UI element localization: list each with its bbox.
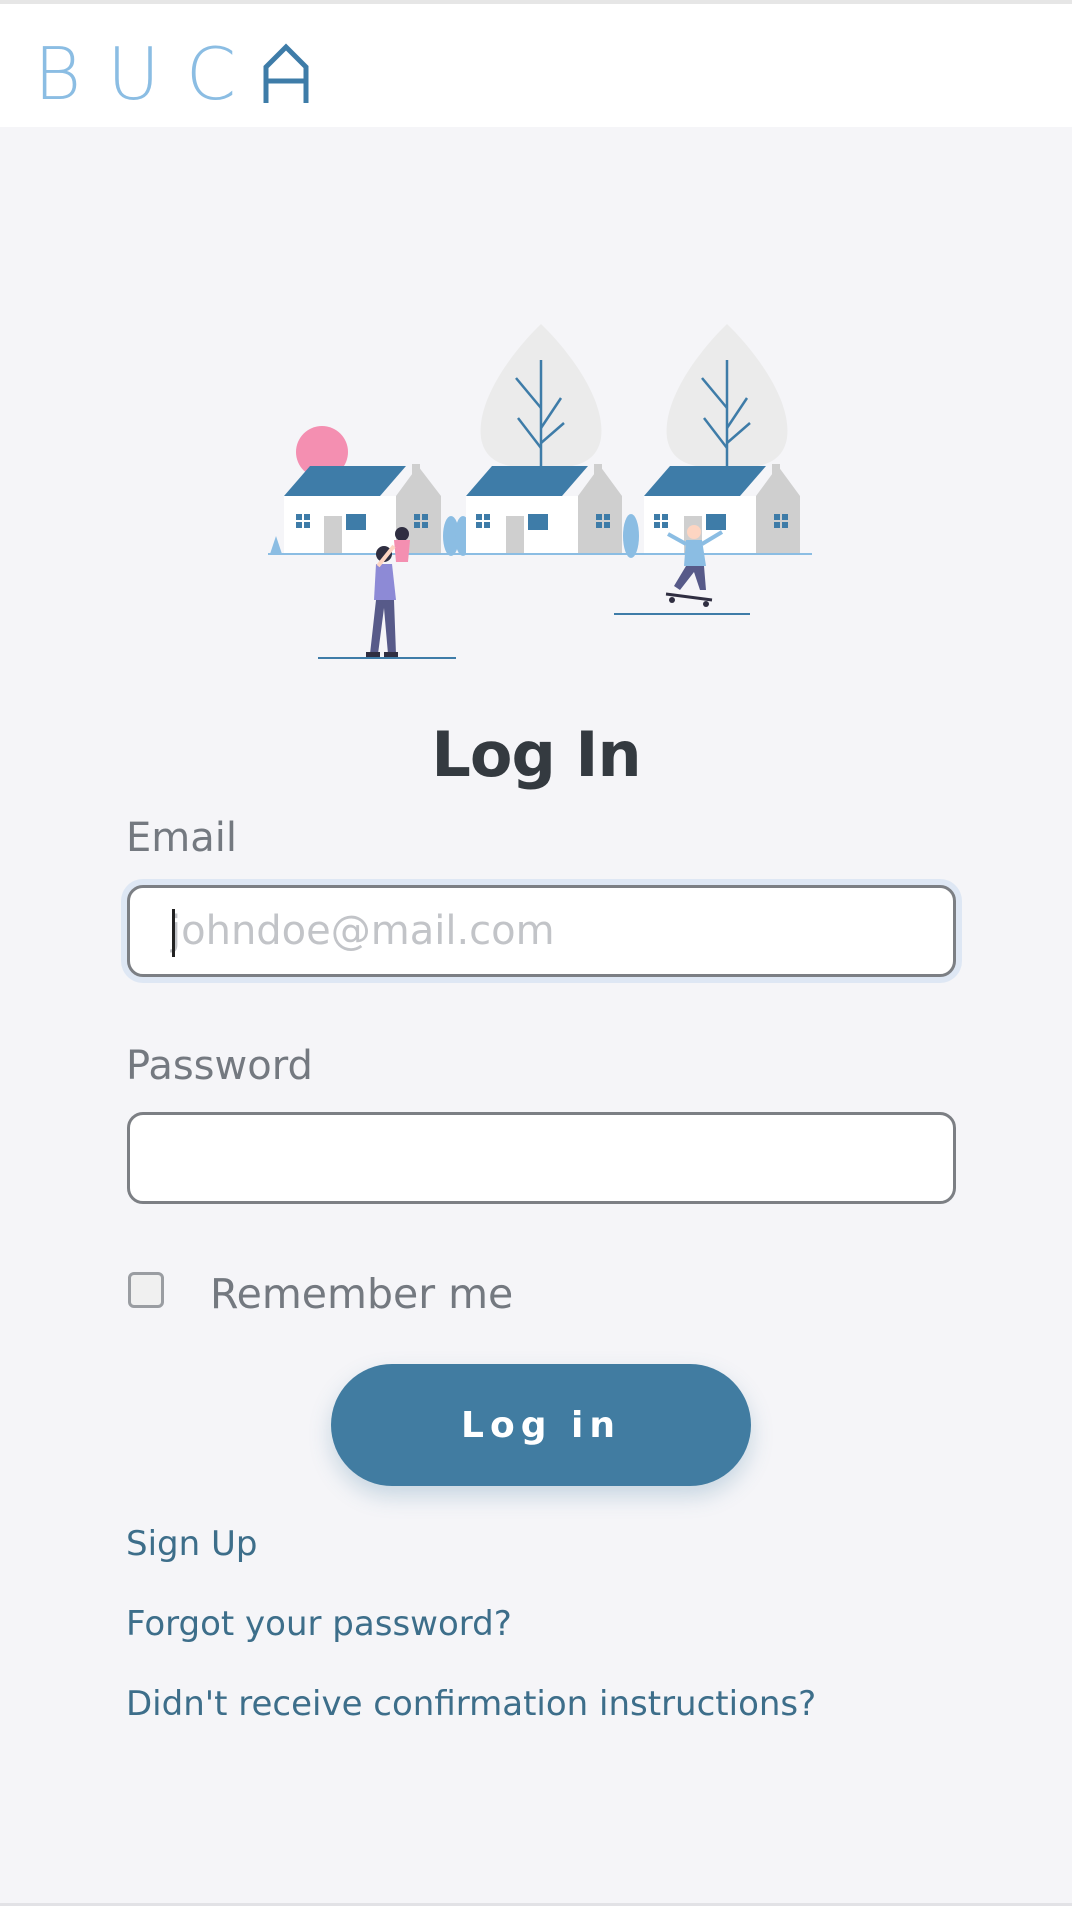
email-label: Email: [126, 815, 237, 861]
top-navbar: BUC: [0, 0, 1072, 127]
login-button[interactable]: Log in: [331, 1364, 751, 1486]
remember-me-label[interactable]: Remember me: [210, 1270, 513, 1318]
password-label: Password: [126, 1043, 313, 1089]
brand-logo[interactable]: BUC: [34, 34, 310, 114]
brand-logo-a-icon: [263, 43, 309, 103]
remember-me-checkbox[interactable]: [128, 1272, 164, 1308]
password-field[interactable]: [127, 1112, 956, 1204]
sign-up-link[interactable]: Sign Up: [126, 1524, 257, 1564]
email-field[interactable]: [127, 885, 956, 977]
neighborhood-houses-illustration: [268, 324, 812, 659]
confirmation-instructions-link[interactable]: Didn't receive confirmation instructions…: [126, 1684, 816, 1724]
brand-logo-text: BUC: [34, 32, 263, 116]
forgot-password-link[interactable]: Forgot your password?: [126, 1604, 512, 1644]
text-caret: [172, 909, 175, 957]
page-title: Log In: [431, 717, 641, 791]
